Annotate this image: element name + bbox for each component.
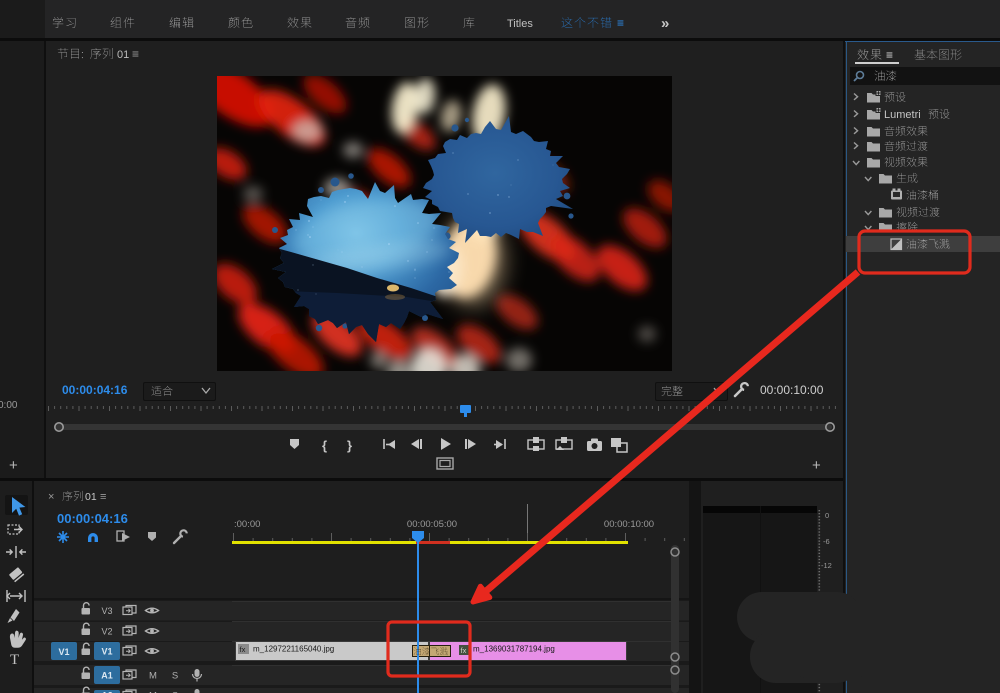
svg-text:M: M bbox=[149, 671, 157, 682]
svg-text:Lumetri: Lumetri bbox=[884, 109, 921, 121]
svg-text:0:00: 0:00 bbox=[0, 400, 18, 411]
svg-text:≡: ≡ bbox=[100, 491, 106, 503]
svg-text:+: + bbox=[9, 457, 18, 474]
svg-text:»: » bbox=[661, 15, 669, 32]
svg-text:00:00:04:16: 00:00:04:16 bbox=[57, 511, 128, 526]
svg-text:-6: -6 bbox=[823, 537, 830, 546]
svg-text:0: 0 bbox=[825, 511, 829, 520]
svg-text:{: { bbox=[322, 438, 327, 453]
svg-text:V2: V2 bbox=[101, 627, 112, 637]
svg-text:≡: ≡ bbox=[132, 47, 139, 61]
svg-text:00:00:10:00: 00:00:10:00 bbox=[604, 519, 654, 530]
svg-text:V3: V3 bbox=[101, 606, 112, 616]
svg-text:m_1297221165040.jpg: m_1297221165040.jpg bbox=[253, 645, 334, 654]
svg-text::00:00: :00:00 bbox=[234, 519, 260, 530]
svg-text:≡: ≡ bbox=[617, 16, 624, 30]
svg-text:fx: fx bbox=[461, 646, 467, 655]
svg-text:00:00:10:00: 00:00:10:00 bbox=[760, 383, 824, 397]
svg-text:V1: V1 bbox=[58, 647, 69, 657]
svg-text:}: } bbox=[347, 438, 352, 453]
svg-text:01: 01 bbox=[117, 49, 129, 61]
svg-text:S: S bbox=[172, 671, 178, 682]
svg-text:V1: V1 bbox=[101, 647, 112, 657]
svg-text:Titles: Titles bbox=[507, 18, 533, 30]
svg-text:fx: fx bbox=[240, 645, 246, 654]
svg-text:A1: A1 bbox=[101, 671, 113, 681]
svg-text:+: + bbox=[812, 457, 821, 474]
svg-text:01: 01 bbox=[85, 491, 97, 503]
svg-text:m_1369031787194.jpg: m_1369031787194.jpg bbox=[473, 645, 555, 654]
svg-text:00:00:04:16: 00:00:04:16 bbox=[62, 383, 128, 397]
svg-text:-12: -12 bbox=[821, 561, 832, 570]
svg-text:×: × bbox=[48, 491, 54, 503]
svg-text:≡: ≡ bbox=[886, 48, 893, 62]
svg-text:T: T bbox=[10, 652, 19, 668]
svg-text:00:00:05:00: 00:00:05:00 bbox=[407, 519, 457, 530]
